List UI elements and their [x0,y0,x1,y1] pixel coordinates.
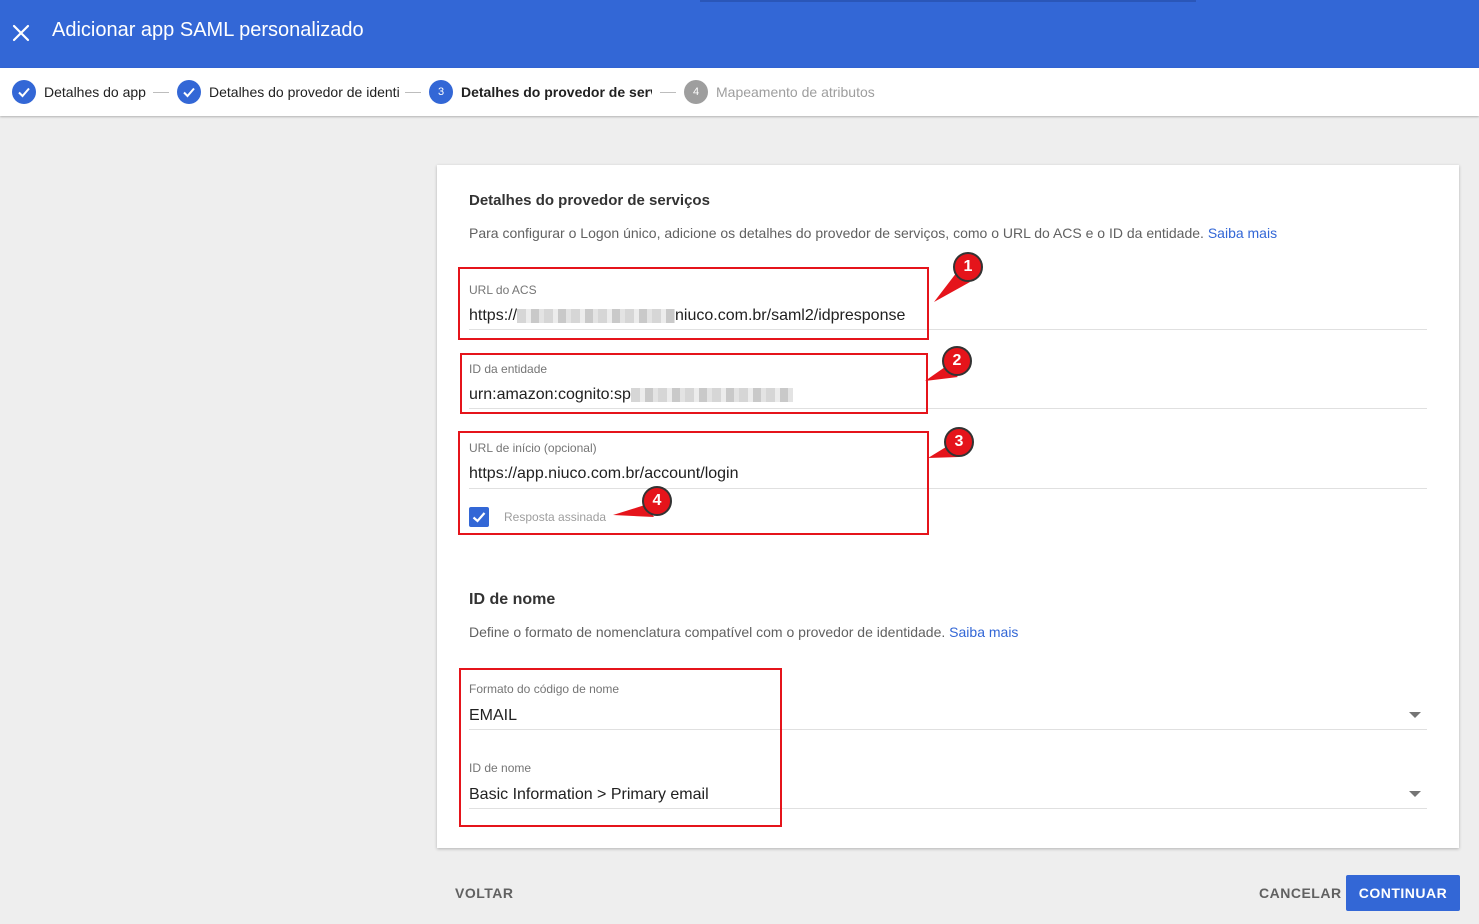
learn-more-link[interactable]: Saiba mais [1208,225,1277,241]
step-idp-details[interactable]: Detalhes do provedor de identidade [177,80,399,104]
step-separator [660,92,676,93]
name-id-format-label: Formato do código de nome [469,682,620,696]
dropdown-arrow-icon[interactable] [1409,791,1421,797]
step-attribute-mapping[interactable]: 4 Mapeamento de atributos [684,80,875,104]
annotation-badge-1: 1 [953,252,983,282]
stepper: Detalhes do app Detalhes do provedor de … [0,68,1479,116]
form-card [437,165,1459,848]
acs-url-label: URL do ACS [469,283,537,297]
entity-id-input[interactable]: urn:amazon:cognito:sp [469,386,793,404]
learn-more-link[interactable]: Saiba mais [949,624,1018,640]
check-icon [472,512,486,523]
header-divider [700,0,1196,2]
step-sp-details[interactable]: 3 Detalhes do provedor de serviços [429,80,652,104]
signed-response-checkbox[interactable] [469,507,489,527]
cancel-button[interactable]: CANCELAR [1259,885,1342,901]
field-underline [469,488,1427,489]
description-text: Para configurar o Logon único, adicione … [469,225,1204,241]
acs-url-suffix: niuco.com.br/saml2/idpresponse [675,307,906,324]
step-app-details[interactable]: Detalhes do app [12,80,146,104]
close-icon[interactable] [9,21,33,45]
step-separator [405,92,421,93]
acs-url-input[interactable]: https:// niuco.com.br/saml2/idpresponse [469,307,905,325]
step-label: Detalhes do provedor de serviços [461,84,652,100]
check-icon [12,80,36,104]
field-underline [469,329,1427,330]
field-underline [469,408,1427,409]
step-label: Detalhes do provedor de identidade [209,84,399,100]
annotation-badge-3: 3 [944,427,974,457]
step-number: 4 [684,80,708,104]
redacted-text [630,387,793,402]
page-title: Adicionar app SAML personalizado [52,19,364,41]
app-header: Adicionar app SAML personalizado [0,0,1479,68]
back-button[interactable]: VOLTAR [455,885,513,901]
annotation-badge-2: 2 [942,346,972,376]
field-underline [469,808,1427,809]
name-id-select[interactable]: Basic Information > Primary email [469,786,709,804]
acs-url-prefix: https:// [469,307,518,324]
section-title-name-id: ID de nome [469,591,556,608]
signed-response-label: Resposta assinada [504,510,607,524]
check-icon [177,80,201,104]
step-label: Detalhes do app [44,84,146,100]
annotation-badge-4: 4 [642,486,672,516]
step-number: 3 [429,80,453,104]
start-url-label: URL de início (opcional) [469,441,597,455]
dropdown-arrow-icon[interactable] [1409,712,1421,718]
entity-id-label: ID da entidade [469,362,548,376]
field-underline [469,729,1427,730]
entity-id-prefix: urn:amazon:cognito:sp [469,386,631,403]
start-url-input[interactable]: https://app.niuco.com.br/account/login [469,465,739,483]
continue-button[interactable]: CONTINUAR [1346,875,1460,911]
redacted-text [517,308,676,323]
description-text: Define o formato de nomenclatura compatí… [469,624,946,640]
section-title-service-provider: Detalhes do provedor de serviços [469,192,710,209]
step-label: Mapeamento de atributos [716,84,875,100]
step-separator [153,92,169,93]
section-description: Define o formato de nomenclatura compatí… [469,624,1018,640]
name-id-label: ID de nome [469,761,532,775]
section-description: Para configurar o Logon único, adicione … [469,225,1277,241]
name-id-format-select[interactable]: EMAIL [469,707,517,725]
